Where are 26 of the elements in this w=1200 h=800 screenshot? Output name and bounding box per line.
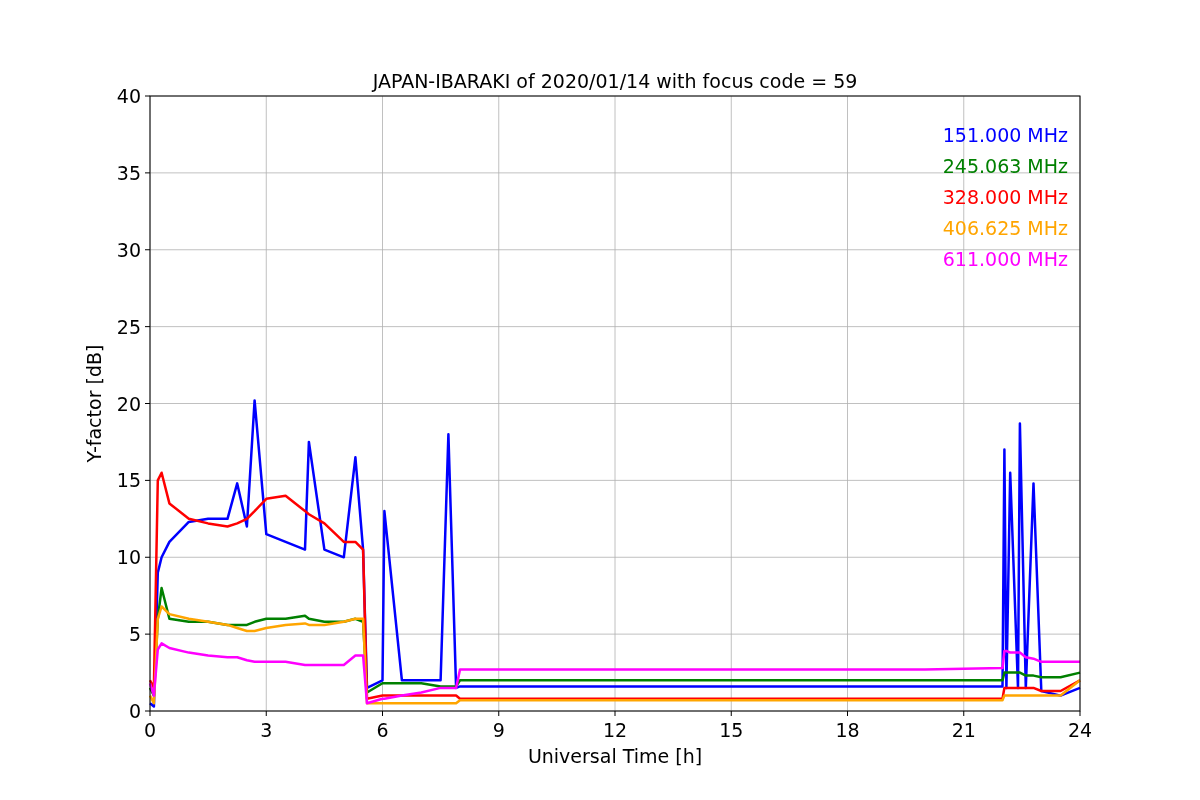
x-tick-label: 15 [719, 719, 744, 741]
legend-label: 611.000 MHz [942, 248, 1068, 270]
y-tick-label: 40 [116, 85, 141, 107]
y-axis-title: Y-factor [dB] [83, 344, 105, 463]
y-tick-label: 15 [116, 469, 141, 492]
y-tick-label: 25 [116, 315, 141, 338]
y-tick-label: 35 [116, 161, 141, 184]
x-tick-label: 12 [602, 719, 628, 741]
y-tick-label: 10 [116, 546, 141, 569]
x-tick-label: 18 [835, 719, 860, 741]
x-tick-label: 21 [951, 719, 976, 741]
y-tick-label: 20 [116, 392, 141, 415]
x-tick-label: 0 [143, 719, 157, 741]
x-tick-label: 6 [376, 719, 389, 741]
x-axis-title: Universal Time [h] [527, 745, 703, 767]
y-tick-label: 5 [128, 623, 141, 646]
legend-label: 406.625 MHz [942, 217, 1068, 239]
x-tick-label: 24 [1067, 719, 1093, 741]
y-tick-label: 30 [116, 238, 141, 261]
x-tick-label: 9 [492, 719, 505, 741]
y-tick-label: 0 [128, 700, 141, 722]
x-tick-label: 3 [260, 719, 273, 741]
legend-label: 151.000 MHz [942, 124, 1068, 146]
legend-label: 328.000 MHz [942, 186, 1068, 208]
legend-label: 245.063 MHz [942, 155, 1068, 177]
chart-title: JAPAN-IBARAKI of 2020/01/14 with focus code = 59 [372, 70, 858, 92]
